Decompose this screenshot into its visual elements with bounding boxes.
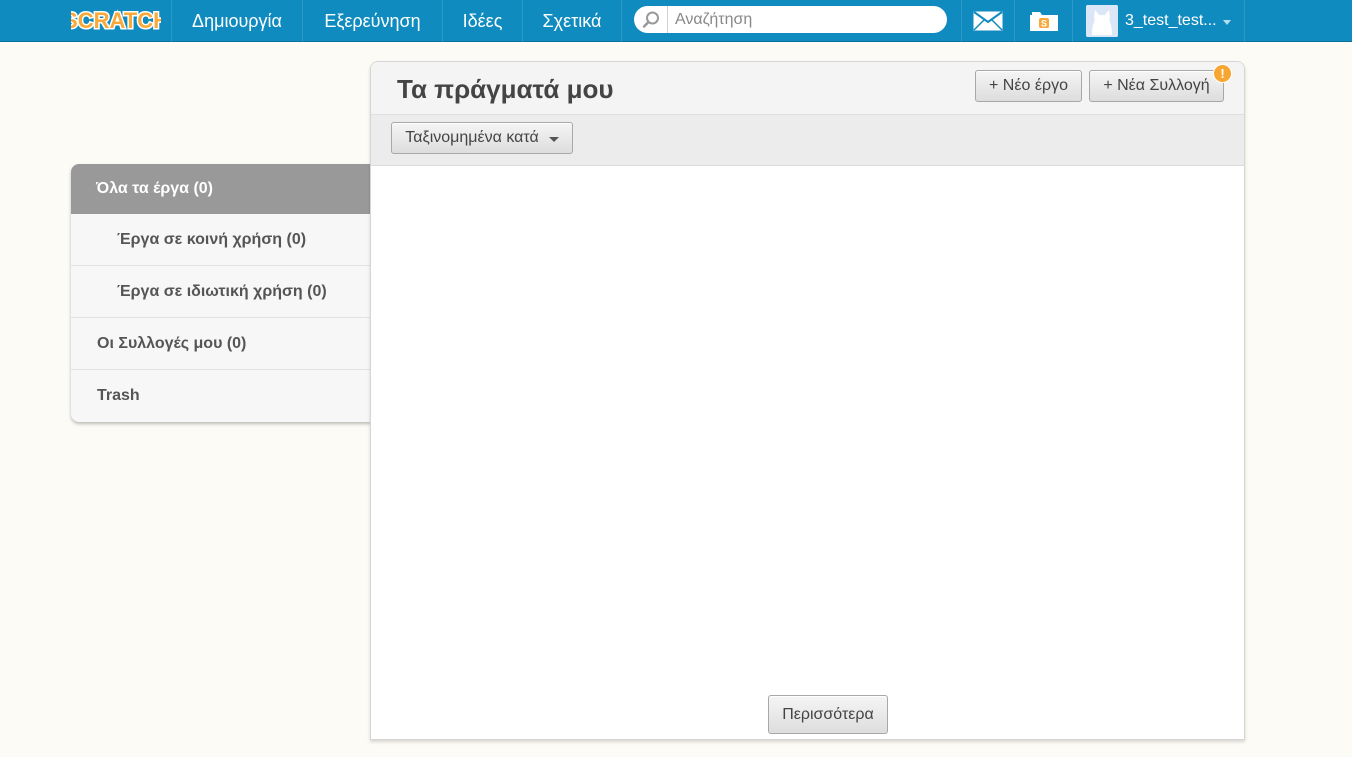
envelope-icon (973, 11, 1003, 31)
new-project-button[interactable]: + Νέο έργο (975, 70, 1082, 102)
nav-create[interactable]: Δημιουργία (171, 0, 302, 42)
search-box (634, 6, 947, 33)
username: 3_test_test... (1125, 12, 1217, 29)
nav-explore[interactable]: Εξερεύνηση (302, 0, 442, 42)
main-panel: Τα πράγματά μου + Νέο έργο + Νέα Συλλογή… (370, 61, 1245, 740)
alert-badge: ! (1213, 64, 1232, 83)
sort-bar: Ταξινομημένα κατά (371, 115, 1244, 166)
panel-header: Τα πράγματά μου + Νέο έργο + Νέα Συλλογή… (371, 62, 1244, 115)
account-menu[interactable]: 3_test_test... (1072, 0, 1245, 42)
nav-about[interactable]: Σχετικά (522, 0, 622, 42)
messages-button[interactable] (961, 0, 1014, 42)
sidebar-item-my-studios[interactable]: Οι Συλλογές μου (0) (71, 318, 371, 370)
sidebar: Όλα τα έργα (0) Έργα σε κοινή χρήση (0) … (71, 164, 371, 422)
nav-ideas[interactable]: Ιδέες (442, 0, 522, 42)
scratch-logo[interactable]: SCRATCH (62, 5, 171, 35)
folder-icon: S (1029, 12, 1058, 31)
logo-text: SCRATCH (71, 8, 161, 33)
top-navigation-bar: SCRATCH Δημιουργία Εξερεύνηση Ιδέες Σχετ… (0, 0, 1352, 42)
chevron-down-icon (1222, 19, 1231, 25)
page-title: Τα πράγματά μου (397, 74, 614, 104)
sort-label: Ταξινομημένα κατά (405, 129, 539, 146)
search-input[interactable] (668, 10, 938, 29)
sidebar-item-all-projects[interactable]: Όλα τα έργα (0) (71, 164, 371, 214)
svg-text:S: S (1040, 19, 1046, 29)
sort-dropdown[interactable]: Ταξινομημένα κατά (391, 122, 573, 154)
avatar (1086, 5, 1118, 37)
chevron-down-icon (548, 137, 559, 142)
search-icon[interactable] (634, 6, 668, 33)
load-more-button[interactable]: Περισσότερα (768, 695, 888, 734)
sidebar-item-unshared-projects[interactable]: Έργα σε ιδιωτική χρήση (0) (71, 266, 371, 318)
sidebar-item-shared-projects[interactable]: Έργα σε κοινή χρήση (0) (71, 214, 371, 266)
new-collection-button[interactable]: + Νέα Συλλογή (1089, 70, 1224, 102)
sidebar-item-trash[interactable]: Trash (71, 370, 371, 422)
my-stuff-button[interactable]: S (1014, 0, 1072, 42)
